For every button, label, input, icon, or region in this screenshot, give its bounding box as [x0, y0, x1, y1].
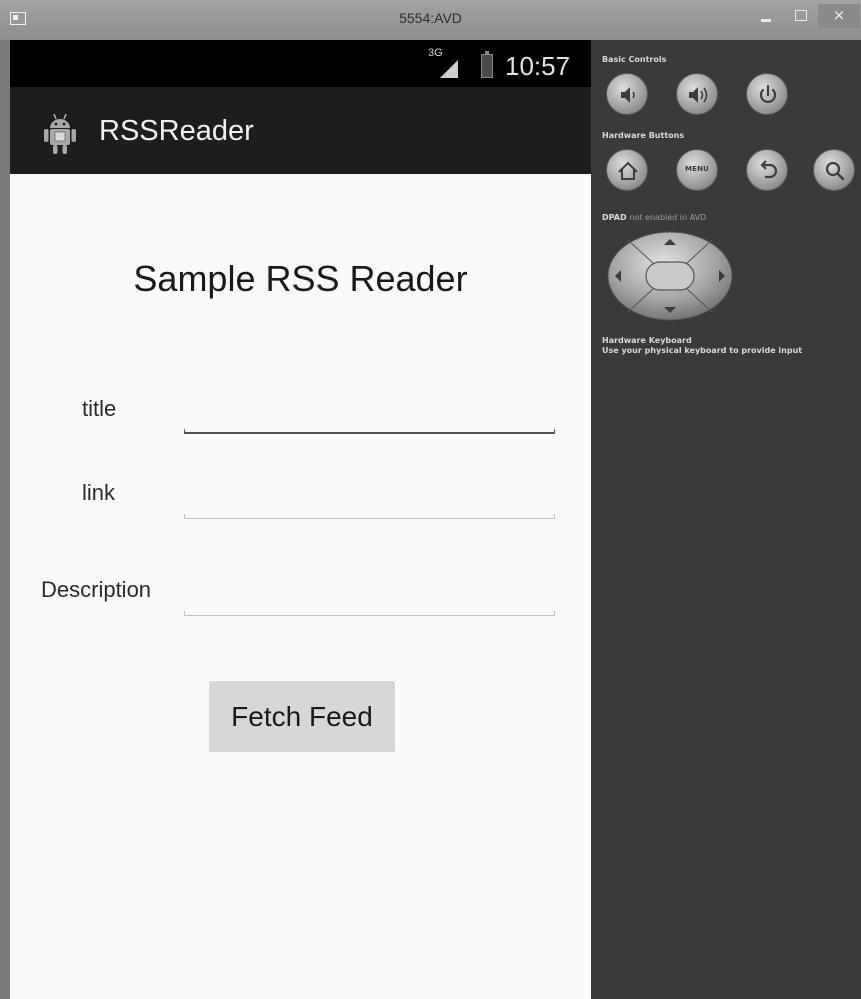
home-icon: [618, 161, 638, 180]
link-label: link: [82, 480, 116, 505]
dpad-title: DPAD: [602, 213, 627, 222]
android-robot-icon: [44, 113, 76, 154]
title-input-underline: [184, 429, 555, 434]
home-button[interactable]: [606, 149, 648, 191]
dpad-note: not enabled in AVD: [629, 213, 707, 222]
status-bar: 3G 10:57: [10, 40, 591, 87]
description-input-underline: [184, 611, 555, 616]
volume-down-button[interactable]: [606, 73, 648, 115]
title-input[interactable]: [184, 404, 554, 430]
link-input-underline: [184, 514, 555, 519]
description-label: Description: [41, 577, 152, 602]
search-icon: [825, 161, 845, 181]
maximize-button[interactable]: [786, 4, 816, 28]
hardware-keyboard-label: Hardware Keyboard: [602, 336, 692, 345]
window-title: 5554:AVD: [399, 10, 462, 26]
power-icon: [759, 84, 777, 103]
minimize-button[interactable]: [752, 4, 782, 28]
battery-icon: [481, 51, 493, 78]
volume-up-button[interactable]: [676, 73, 718, 115]
back-icon: [760, 160, 778, 179]
hardware-buttons-label: Hardware Buttons: [602, 131, 685, 140]
close-icon: ×: [832, 6, 846, 24]
back-button[interactable]: [746, 149, 788, 191]
close-button[interactable]: ×: [818, 4, 860, 28]
network-type: 3G: [428, 47, 443, 59]
fetch-feed-button[interactable]: Fetch Feed: [209, 681, 395, 752]
signal-icon: [440, 60, 458, 78]
app-title: RSSReader: [99, 115, 254, 147]
dpad-control[interactable]: [606, 230, 734, 322]
menu-button[interactable]: MENU: [676, 149, 718, 191]
action-bar: RSSReader: [10, 87, 591, 174]
power-button[interactable]: [746, 73, 788, 115]
status-clock: 10:57: [505, 51, 571, 81]
basic-controls-label: Basic Controls: [602, 55, 667, 64]
window-title-bar: 5554:AVD ×: [0, 0, 861, 40]
emulator-control-panel: Basic Controls Hardware Buttons MENU DPA…: [591, 40, 861, 999]
search-button[interactable]: [813, 149, 855, 191]
volume-up-icon: [689, 87, 708, 103]
page-heading: Sample RSS Reader: [133, 258, 468, 299]
link-input[interactable]: [184, 488, 554, 514]
dpad-label: DPAD not enabled in AVD: [602, 213, 706, 223]
description-input[interactable]: [184, 585, 554, 611]
volume-down-icon: [621, 87, 635, 103]
title-label: title: [82, 396, 117, 421]
device-screen: 3G 10:57 RSSReader Sample RSS Reader tit…: [10, 40, 591, 999]
menu-icon: MENU: [684, 165, 710, 173]
hardware-keyboard-note: Use your physical keyboard to provide in…: [602, 346, 803, 355]
